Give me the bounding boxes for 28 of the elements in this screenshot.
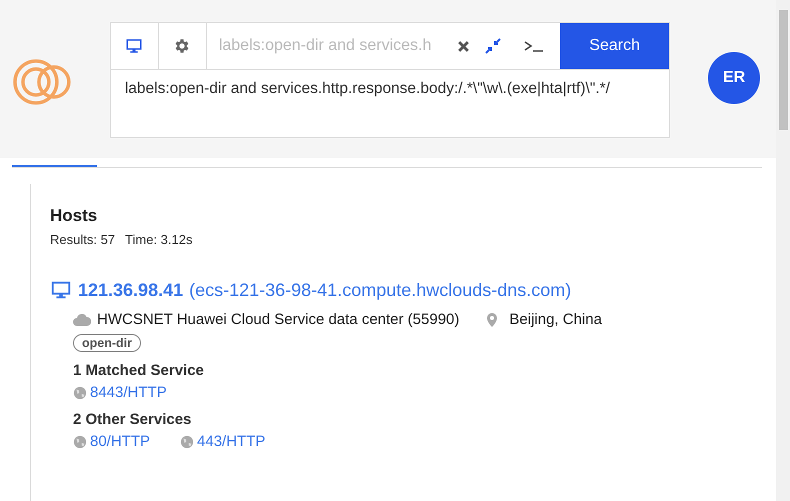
- location-pin-icon: [487, 312, 498, 326]
- service-link[interactable]: 8443/HTTP: [73, 384, 167, 401]
- query-time: Time: 3.12s: [125, 232, 192, 247]
- monitor-icon: [50, 279, 72, 301]
- globe-icon: [180, 434, 194, 448]
- host-label: open-dir: [73, 334, 141, 352]
- matched-services-title: 1 Matched Service: [73, 362, 205, 379]
- section-title: Hosts: [50, 206, 98, 226]
- collapse-icon: [485, 38, 502, 54]
- other-services-title: 2 Other Services: [73, 411, 192, 428]
- settings-icon: [173, 37, 192, 55]
- user-avatar[interactable]: ER: [708, 52, 760, 104]
- scrollbar-thumb[interactable]: [778, 10, 788, 130]
- service-link[interactable]: 80/HTTP: [73, 433, 150, 450]
- host-link[interactable]: 121.36.98.41 (ecs-121-36-98-41.compute.hwclouds-dns.com): [50, 279, 776, 301]
- close-icon: [456, 40, 470, 52]
- network-name: HWCSNET Huawei Cloud Service data center (55990): [97, 311, 460, 328]
- search-bar[interactable]: labels:open-dir and services.h Search labels:open-dir and services.http.response.body:/.*\"\w\.(exe|hta|rtf)\".*/: [110, 22, 670, 138]
- globe-icon: [73, 386, 87, 400]
- monitor-icon: [125, 37, 144, 55]
- terminal-icon: [524, 39, 544, 53]
- location-text: Beijing, China: [509, 311, 602, 328]
- results-count: Results: 57: [50, 232, 116, 247]
- cloud-icon: [73, 314, 91, 326]
- service-link[interactable]: 443/HTTP: [180, 433, 266, 450]
- globe-icon: [73, 434, 87, 448]
- scrollbar[interactable]: [776, 0, 790, 501]
- search-button[interactable]: Search: [560, 23, 670, 69]
